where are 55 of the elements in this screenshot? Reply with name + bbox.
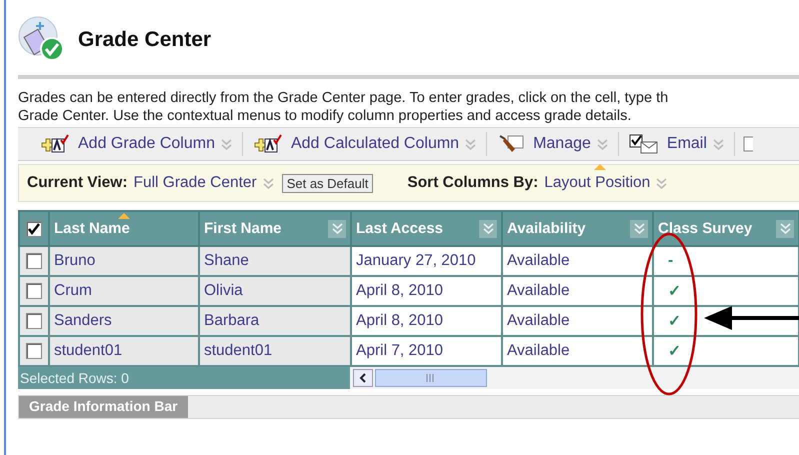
chevron-down-icon[interactable] [656, 178, 668, 188]
email-icon[interactable] [628, 134, 659, 154]
table-cell[interactable]: ✓ [653, 276, 799, 306]
add-column-icon[interactable] [40, 134, 70, 154]
current-view-link[interactable]: Full Grade Center [134, 174, 257, 192]
table-cell[interactable]: Shane [199, 246, 351, 276]
description-text: Grades can be entered directly from the Grade Center page. To enter grades, click on the cell, type th Grade Center. Use the contextual menus to modify column properties and access grade details. [18, 89, 670, 125]
table-cell[interactable]: Sanders [49, 306, 199, 336]
column-menu-button[interactable] [630, 220, 648, 238]
scrollbar-thumb[interactable] [375, 369, 487, 387]
add-column-icon[interactable] [252, 134, 283, 154]
set-default-button[interactable]: Set as Default [282, 174, 374, 192]
chevron-down-icon[interactable] [262, 178, 274, 188]
column-menu-button[interactable] [776, 220, 794, 238]
column-menu-button[interactable] [479, 220, 497, 238]
table-cell[interactable]: student01 [199, 336, 351, 366]
table-cell: April 8, 2010 [351, 276, 502, 306]
selected-rows-count: Selected Rows: 0 [19, 370, 130, 386]
column-menu-button[interactable] [328, 220, 346, 238]
chevron-down-icon[interactable] [596, 138, 608, 150]
table-cell: April 7, 2010 [351, 336, 502, 366]
select-all-checkbox[interactable] [26, 220, 42, 236]
table-cell: April 8, 2010 [351, 306, 502, 336]
table-cell[interactable]: Barbara [199, 306, 351, 336]
chevron-down-icon[interactable] [465, 138, 476, 150]
page-title: Grade Center [78, 28, 212, 52]
sort-by-link[interactable]: Layout Position [544, 174, 650, 192]
table-cell: Available [502, 276, 653, 306]
sort-indicator-icon [594, 164, 606, 170]
arrow-left-icon [359, 373, 367, 383]
table-cell[interactable]: Bruno [49, 246, 199, 276]
table-cell: Available [502, 306, 653, 336]
toolbar-link[interactable]: Email [666, 135, 707, 153]
toolbar-link[interactable]: Add Grade Column [78, 135, 215, 153]
toolbar-link[interactable]: Manage [533, 135, 591, 153]
table-cell[interactable]: - [653, 246, 799, 276]
row-checkbox[interactable] [26, 253, 42, 269]
screwdriver-icon[interactable] [497, 133, 526, 155]
table-cell: Available [502, 336, 653, 366]
scroll-left-button[interactable] [353, 369, 373, 387]
table-cell[interactable]: student01 [49, 336, 199, 366]
table-cell[interactable]: Crum [49, 276, 199, 306]
table-cell: Available [502, 246, 653, 276]
row-checkbox[interactable] [26, 313, 42, 329]
row-checkbox[interactable] [26, 283, 42, 299]
toolbar-icon[interactable] [742, 134, 753, 154]
current-view-label: Current View: [27, 174, 128, 192]
table-cell[interactable]: Olivia [199, 276, 351, 306]
chevron-down-icon[interactable] [712, 138, 724, 150]
sort-label: Sort Columns By: [407, 174, 538, 192]
chevron-down-icon[interactable] [220, 138, 232, 150]
toolbar-link[interactable]: Add Calculated Column [290, 135, 460, 153]
table-cell: January 27, 2010 [351, 246, 502, 276]
table-cell[interactable]: ✓ [653, 336, 799, 366]
row-checkbox[interactable] [26, 343, 42, 359]
